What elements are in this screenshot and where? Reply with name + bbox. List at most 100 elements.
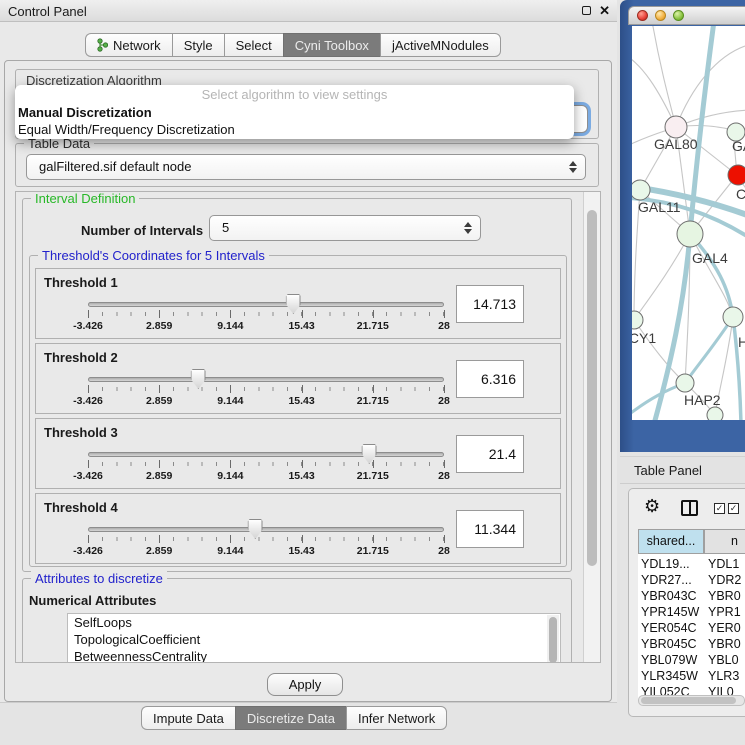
dropdown-item-manual-discretization[interactable]: Manual Discretization	[15, 104, 574, 121]
tick-label: -3.426	[73, 470, 103, 482]
table-row[interactable]: YDR27...YDR2	[638, 572, 745, 588]
number-of-intervals-combobox[interactable]: 5	[209, 215, 481, 241]
tab-jactivemnodules[interactable]: jActiveMNodules	[380, 33, 501, 57]
gear-icon[interactable]: ⚙	[644, 496, 660, 517]
dropdown-item-equal-width-frequency[interactable]: Equal Width/Frequency Discretization	[15, 121, 574, 138]
column-header-name[interactable]: n	[704, 529, 745, 554]
table-horizontal-scrollbar[interactable]	[638, 695, 745, 706]
threshold-1-label: Threshold 1	[44, 275, 118, 290]
tick-label: 28	[438, 470, 450, 482]
interval-definition-group: Interval Definition Number of Intervals …	[22, 198, 572, 572]
network-icon	[97, 38, 108, 52]
tick-label: 28	[438, 395, 450, 407]
columns-icon[interactable]	[681, 500, 698, 516]
slider-track[interactable]	[88, 377, 444, 382]
network-node[interactable]	[677, 221, 703, 247]
slider-track[interactable]	[88, 452, 444, 457]
cell-shared-name: YDL19...	[641, 556, 703, 572]
slider-thumb[interactable]	[362, 444, 377, 464]
tick-label: 9.144	[217, 320, 243, 332]
threshold-2-slider[interactable]: -3.426 2.859 9.144 15.43 21.715 28	[88, 368, 444, 412]
dropdown-hint: Select algorithm to view settings	[15, 85, 574, 104]
node-label-gal11: GAL11	[638, 199, 681, 215]
minimize-traffic-light[interactable]	[655, 10, 666, 21]
network-node[interactable]	[665, 116, 687, 138]
tab-select-label: Select	[236, 38, 272, 53]
table-row[interactable]: YER054CYER0	[638, 620, 745, 636]
network-node[interactable]	[676, 374, 694, 392]
network-node[interactable]	[632, 311, 643, 329]
tab-infer-network[interactable]: Infer Network	[346, 706, 447, 730]
settings-scrollbar-thumb[interactable]	[587, 210, 597, 566]
select-none-checkbox-icon[interactable]: ✓	[728, 503, 739, 514]
tick-label: 28	[438, 320, 450, 332]
table-horizontal-scrollbar-thumb[interactable]	[641, 697, 736, 704]
slider-thumb[interactable]	[191, 369, 206, 389]
table-row[interactable]: YBL079WYBL0	[638, 652, 745, 668]
threshold-2-label: Threshold 2	[44, 350, 118, 365]
table-row[interactable]: YBR043CYBR0	[638, 588, 745, 604]
column-header-shared-name[interactable]: shared...	[638, 529, 704, 554]
tick-label: 21.715	[357, 470, 389, 482]
top-tabbar: Network Style Select Cyni Toolbox jActiv…	[85, 33, 501, 57]
threshold-2-value-field[interactable]: 6.316	[456, 360, 524, 398]
list-scrollbar[interactable]	[547, 615, 559, 663]
node-label-gal80: GAL80	[654, 136, 698, 152]
slider-major-tick	[159, 310, 160, 318]
list-item[interactable]: TopologicalCoefficient	[68, 631, 560, 648]
close-traffic-light[interactable]	[637, 10, 648, 21]
network-canvas[interactable]: GAL80 GA GAL11 C GAL4 GCY1 H HAP2	[632, 26, 745, 420]
tab-discretize-data[interactable]: Discretize Data	[235, 706, 346, 730]
tick-label: 15.43	[288, 470, 314, 482]
tab-select[interactable]: Select	[224, 33, 283, 57]
slider-major-tick	[444, 310, 445, 318]
threshold-3-value-field[interactable]: 21.4	[456, 435, 524, 473]
control-panel-titlebar: Control Panel ✕	[0, 0, 617, 22]
zoom-traffic-light[interactable]	[673, 10, 684, 21]
tab-jactivemnodules-label: jActiveMNodules	[392, 38, 489, 53]
table-row[interactable]: YLR345WYLR3	[638, 668, 745, 684]
slider-major-tick	[302, 385, 303, 393]
select-all-checkbox-icon[interactable]: ✓	[714, 503, 725, 514]
threshold-4-slider[interactable]: -3.426 2.859 9.144 15.43 21.715 28	[88, 518, 444, 562]
network-node[interactable]	[632, 180, 650, 200]
number-of-intervals-value: 5	[222, 216, 229, 240]
tick-label: 15.43	[288, 545, 314, 557]
list-scrollbar-thumb[interactable]	[549, 617, 557, 663]
threshold-1-slider[interactable]: -3.426 2.859 9.144 15.43 21.715 28	[88, 293, 444, 337]
settings-scrollbar[interactable]	[583, 192, 600, 662]
tab-impute-data[interactable]: Impute Data	[141, 706, 235, 730]
table-data-combobox[interactable]: galFiltered.sif default node	[26, 154, 586, 180]
table-row[interactable]: YBR045CYBR0	[638, 636, 745, 652]
slider-track[interactable]	[88, 527, 444, 532]
list-item[interactable]: BetweennessCentrality	[68, 648, 560, 663]
network-node[interactable]	[707, 407, 723, 420]
threshold-4-value-field[interactable]: 11.344	[456, 510, 524, 548]
close-icon[interactable]: ✕	[599, 3, 610, 19]
tick-label: 15.43	[288, 320, 314, 332]
slider-thumb[interactable]	[286, 294, 301, 314]
threshold-1-value-field[interactable]: 14.713	[456, 285, 524, 323]
float-window-icon[interactable]	[582, 6, 591, 15]
cell-name: YBL0	[708, 652, 745, 668]
tick-label: 15.43	[288, 395, 314, 407]
tab-network[interactable]: Network	[85, 33, 172, 57]
table-row[interactable]: YDL19...YDL1	[638, 556, 745, 572]
cell-shared-name: YBR045C	[641, 636, 703, 652]
threshold-3-slider[interactable]: -3.426 2.859 9.144 15.43 21.715 28	[88, 443, 444, 487]
network-node-selected[interactable]	[728, 165, 745, 185]
node-label-clipped: GA	[732, 138, 745, 154]
network-graph	[632, 26, 745, 420]
network-view-window: GAL80 GA GAL11 C GAL4 GCY1 H HAP2	[620, 0, 745, 452]
table-row[interactable]: YPR145WYPR1	[638, 604, 745, 620]
apply-button[interactable]: Apply	[267, 673, 343, 696]
list-item[interactable]: SelfLoops	[68, 614, 560, 631]
slider-thumb[interactable]	[248, 519, 263, 539]
network-node[interactable]	[723, 307, 743, 327]
slider-major-tick	[302, 535, 303, 543]
tab-style-label: Style	[184, 38, 213, 53]
threshold-1-panel: Threshold 1 14.713 -3.426 2.859 9.144 15…	[35, 268, 561, 339]
tab-cyni-toolbox[interactable]: Cyni Toolbox	[283, 33, 380, 57]
tab-style[interactable]: Style	[172, 33, 224, 57]
slider-track[interactable]	[88, 302, 444, 307]
